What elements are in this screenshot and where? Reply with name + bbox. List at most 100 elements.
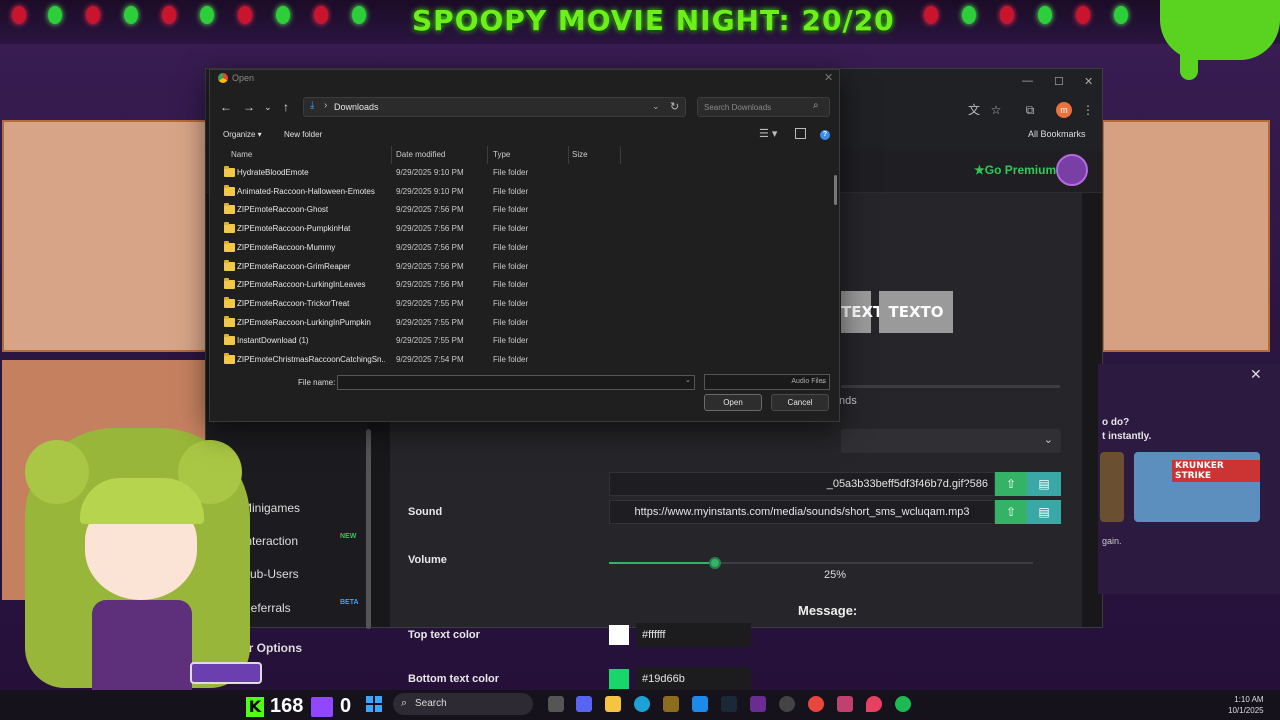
- view-options-icon[interactable]: ☰ ▾: [759, 127, 777, 140]
- taskbar-search[interactable]: ⌕ Search: [393, 693, 533, 715]
- sound-url-field[interactable]: https://www.myinstants.com/media/sounds/…: [609, 500, 995, 524]
- maximize-icon[interactable]: ☐: [1054, 75, 1064, 88]
- top-color-swatch[interactable]: [609, 625, 629, 645]
- profile-avatar-icon[interactable]: m: [1056, 102, 1072, 118]
- obs-icon[interactable]: [779, 696, 795, 712]
- file-explorer-icon[interactable]: [605, 696, 621, 712]
- column-header-size[interactable]: Size: [572, 150, 588, 159]
- open-button[interactable]: Open: [704, 394, 762, 411]
- back-arrow-icon[interactable]: ←: [220, 100, 232, 114]
- skull-light-icon: [352, 6, 366, 24]
- close-icon[interactable]: ✕: [1084, 75, 1093, 88]
- help-icon[interactable]: ?: [820, 130, 830, 140]
- text-style-preview[interactable]: TEXTO: [841, 291, 896, 333]
- folder-icon: [224, 259, 235, 271]
- go-premium-link[interactable]: ★Go Premium: [974, 163, 1056, 177]
- text-style-preview[interactable]: TEXTO: [879, 291, 953, 333]
- skull-light-icon: [276, 6, 290, 24]
- upload-sound-button[interactable]: ⇧: [995, 500, 1027, 524]
- sidebar-scrollbar[interactable]: [366, 429, 371, 629]
- close-icon[interactable]: ✕: [824, 71, 833, 84]
- menu-dots-icon[interactable]: ⋮: [1080, 102, 1096, 118]
- file-list-scrollbar[interactable]: [834, 175, 837, 205]
- task-view-icon[interactable]: [548, 696, 564, 712]
- steam-icon[interactable]: [721, 696, 737, 712]
- column-header-date[interactable]: Date modified: [396, 150, 445, 159]
- sidebar-item-sub-users[interactable]: Sub-Users: [242, 567, 299, 581]
- game-thumbnail[interactable]: [1100, 452, 1124, 522]
- cancel-button[interactable]: Cancel: [771, 394, 829, 411]
- volume-slider[interactable]: [609, 557, 1033, 569]
- skull-light-icon: [314, 6, 328, 24]
- world-of-warcraft-icon[interactable]: [663, 696, 679, 712]
- battlenet-icon[interactable]: [692, 696, 708, 712]
- file-row[interactable]: InstantDownload (1) 9/29/2025 7:55 PM File…: [214, 332, 824, 350]
- upload-image-button[interactable]: ⇧: [995, 472, 1027, 496]
- avatar[interactable]: [1056, 154, 1088, 186]
- search-input[interactable]: [698, 98, 810, 116]
- file-row[interactable]: ZIPEmoteRaccoon-PumpkinHat 9/29/2025 7:56…: [214, 220, 824, 238]
- forward-arrow-icon[interactable]: →: [243, 100, 255, 114]
- file-row[interactable]: ZIPEmoteRaccoon-LurkingInPumpkin 9/29/202…: [214, 314, 824, 332]
- discord-icon[interactable]: [576, 696, 592, 712]
- sidebar-item-interaction[interactable]: Interaction: [242, 534, 298, 548]
- file-row[interactable]: Animated-Raccoon-Halloween-Emotes 9/29/20…: [214, 183, 824, 201]
- twitch-logo-icon: [311, 697, 333, 717]
- column-header-name[interactable]: Name: [231, 150, 252, 159]
- file-row[interactable]: ZIPEmoteRaccoon-GrimReaper 9/29/2025 7:56…: [214, 258, 824, 276]
- file-row[interactable]: ZIPEmoteChristmasRaccoonCatchingSn... 9/2…: [214, 351, 824, 368]
- dropdown-select[interactable]: ⌄: [841, 429, 1061, 453]
- chevron-down-icon[interactable]: ⌄: [652, 101, 660, 112]
- app-icon[interactable]: [837, 696, 853, 712]
- chrome-icon[interactable]: [808, 696, 824, 712]
- breadcrumb[interactable]: Downloads: [334, 102, 379, 112]
- new-folder-button[interactable]: New folder: [284, 130, 322, 139]
- minimize-icon[interactable]: —: [1022, 75, 1033, 87]
- search-box[interactable]: ⌕: [697, 97, 830, 117]
- volume-label: Volume: [408, 554, 447, 566]
- preview-pane-icon[interactable]: [795, 128, 806, 139]
- all-bookmarks[interactable]: All Bookmarks: [1028, 129, 1086, 139]
- system-clock[interactable]: 1:10 AM 10/1/2025: [1228, 694, 1264, 716]
- file-row[interactable]: ZIPEmoteRaccoon-Mummy 9/29/2025 7:56 PM Fi…: [214, 239, 824, 257]
- recent-locations-icon[interactable]: ⌄: [264, 102, 272, 113]
- column-divider[interactable]: [391, 146, 392, 164]
- image-url-field[interactable]: _05a3b33beff5df3f46b7d.gif?586: [609, 472, 995, 496]
- organize-button[interactable]: Organize ▾: [223, 130, 262, 139]
- file-row[interactable]: ZIPEmoteRaccoon-Ghost 9/29/2025 7:56 PM Fi…: [214, 201, 824, 219]
- up-arrow-icon[interactable]: ↑: [283, 100, 289, 114]
- file-name: ZIPEmoteChristmasRaccoonCatchingSn...: [237, 355, 385, 364]
- chevron-down-icon[interactable]: ⌄: [685, 376, 691, 384]
- volume-value: 25%: [824, 569, 847, 581]
- column-divider[interactable]: [620, 146, 621, 164]
- column-header-type[interactable]: Type: [493, 150, 510, 159]
- column-divider[interactable]: [568, 146, 569, 164]
- extensions-icon[interactable]: ⧉: [1022, 102, 1038, 118]
- gallery-image-button[interactable]: ▤: [1027, 472, 1061, 496]
- bottom-color-input[interactable]: #19d66b: [636, 667, 751, 691]
- windows-start-icon[interactable]: [366, 696, 382, 712]
- game-thumbnail[interactable]: KRUNKER STRIKE: [1134, 452, 1260, 522]
- refresh-icon[interactable]: ↻: [670, 100, 679, 113]
- file-name-input[interactable]: [337, 375, 695, 390]
- file-row[interactable]: HydrateBloodEmote 9/29/2025 9:10 PM File f…: [214, 164, 824, 182]
- edge-icon[interactable]: [634, 696, 650, 712]
- address-bar[interactable]: ⤓ › Downloads ⌄ ↻: [303, 97, 686, 117]
- volume-slider-handle[interactable]: [709, 557, 721, 569]
- sidebar-item-minigames[interactable]: Minigames: [242, 501, 300, 515]
- file-name: ZIPEmoteRaccoon-Mummy: [237, 242, 336, 252]
- app-icon[interactable]: [750, 696, 766, 712]
- gallery-sound-button[interactable]: ▤: [1027, 500, 1061, 524]
- bottom-color-swatch[interactable]: [609, 669, 629, 689]
- close-icon[interactable]: ✕: [1250, 366, 1262, 383]
- file-type-select[interactable]: Audio Files ⌄: [704, 374, 830, 390]
- map-pin-icon[interactable]: [866, 696, 882, 712]
- star-icon[interactable]: ☆: [988, 102, 1004, 118]
- translate-icon[interactable]: 文: [966, 102, 982, 118]
- column-divider[interactable]: [487, 146, 488, 164]
- kick-viewer-count: 168: [270, 695, 304, 717]
- top-color-input[interactable]: #ffffff: [636, 623, 751, 647]
- spotify-icon[interactable]: [895, 696, 911, 712]
- file-row[interactable]: ZIPEmoteRaccoon-TrickorTreat 9/29/2025 7:…: [214, 295, 824, 313]
- file-row[interactable]: ZIPEmoteRaccoon-LurkingInLeaves 9/29/2025…: [214, 276, 824, 294]
